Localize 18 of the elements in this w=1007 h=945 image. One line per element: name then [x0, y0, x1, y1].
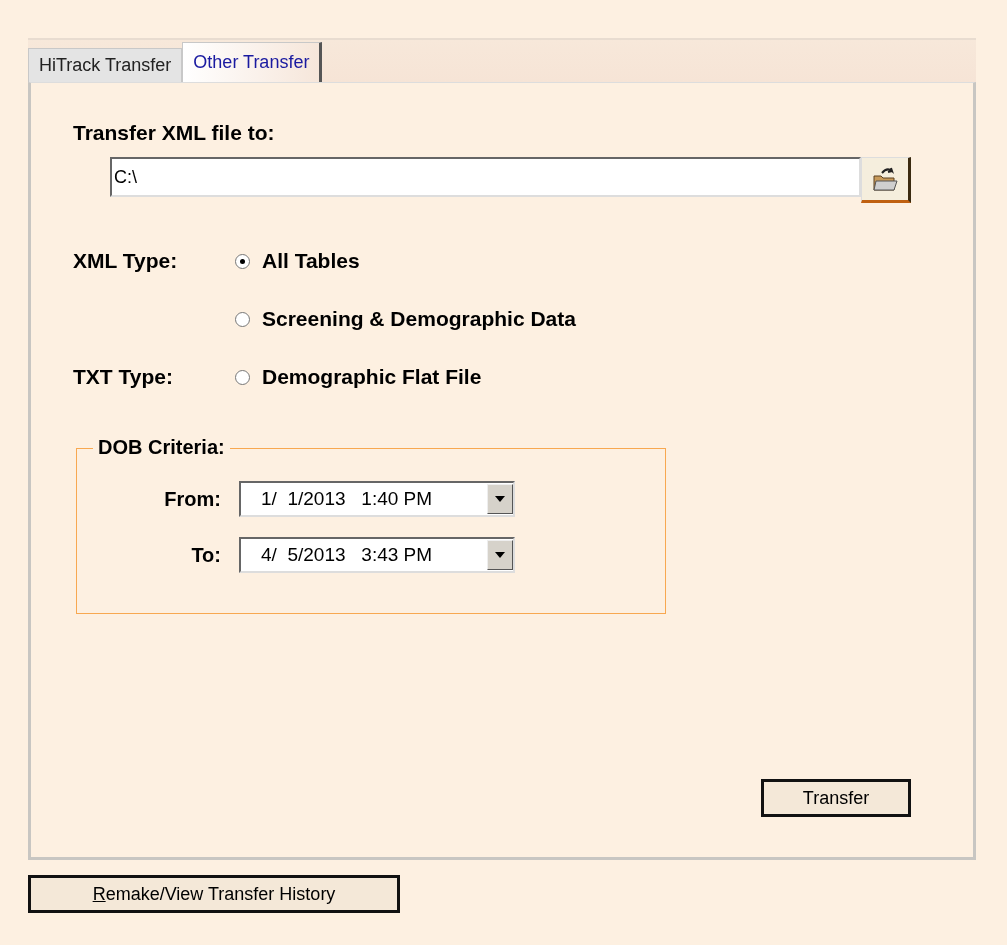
dropdown-icon — [487, 540, 513, 570]
date-label: To: — [190, 543, 221, 567]
type-label: XML Type: — [73, 249, 178, 272]
field-label: Transfer XML file to: — [73, 121, 276, 145]
radio-option[interactable]: Demographic Flat File — [235, 365, 482, 389]
path-field[interactable]: C:\ — [110, 157, 861, 197]
radio-option[interactable]: Screening & Demographic Data — [235, 307, 576, 331]
transfer-button[interactable]: Transfer — [761, 779, 911, 817]
date-time-picker[interactable]: 4/ 5/2013 3:43 PM — [239, 537, 515, 573]
tab[interactable]: Other Transfer — [182, 42, 323, 82]
browse-button[interactable] — [861, 157, 911, 203]
radio-option[interactable]: All Tables — [235, 249, 360, 273]
history-button[interactable]: Remake/View Transfer History — [28, 875, 400, 913]
type-label: TXT Type: — [73, 365, 173, 388]
dropdown-icon — [487, 484, 513, 514]
date-time-picker[interactable]: 1/ 1/2013 1:40 PM — [239, 481, 515, 517]
date-label: From: — [163, 487, 221, 511]
tab[interactable]: HiTrack Transfer — [28, 48, 183, 82]
